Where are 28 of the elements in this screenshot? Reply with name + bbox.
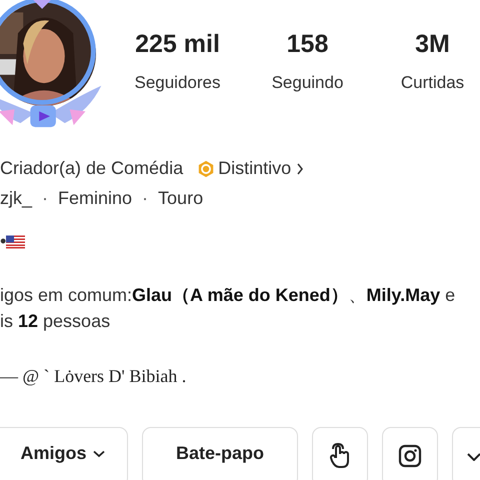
separator-dot: · — [42, 188, 48, 209]
detail-text: Touro — [158, 188, 204, 209]
friends-dropdown-button[interactable]: Amigos — [0, 427, 128, 480]
chat-button[interactable]: Bate-papo — [142, 427, 298, 480]
chevron-icon — [296, 162, 304, 174]
mutual-friends-text: igos em comum:Glau（A mãe do Kened）、Mily.May e — [0, 284, 456, 307]
category-text: Criador(a) de Comédia — [0, 158, 184, 179]
separator-dot: · — [142, 188, 148, 209]
mutual-friends-text: is 12 pessoas — [0, 310, 112, 333]
stat-label: Seguindo — [272, 73, 344, 93]
tap-button[interactable] — [312, 427, 368, 480]
bio-text: — @ ` Lȯvers D' Bibiah . — [0, 366, 186, 387]
stat-value: 225 mil — [135, 30, 220, 59]
bullet-text: • — [0, 231, 6, 252]
chevron-down-icon — [467, 453, 480, 461]
camera-icon — [398, 443, 422, 469]
caret-icon — [92, 450, 104, 458]
stat-label: Curtidas — [400, 73, 464, 93]
instagram-button[interactable] — [382, 427, 438, 480]
detail-text: Feminino — [58, 188, 132, 209]
badge-icon — [197, 160, 216, 178]
detail-text: zjk_ — [0, 188, 32, 209]
stat-value: 158 — [286, 30, 328, 59]
pointing-hand-icon — [328, 443, 352, 469]
stat-value: 3M — [415, 30, 450, 59]
flag-icon — [6, 234, 26, 248]
badge-link[interactable]: Distintivo — [197, 158, 304, 179]
stat-label: Seguidores — [134, 73, 220, 93]
